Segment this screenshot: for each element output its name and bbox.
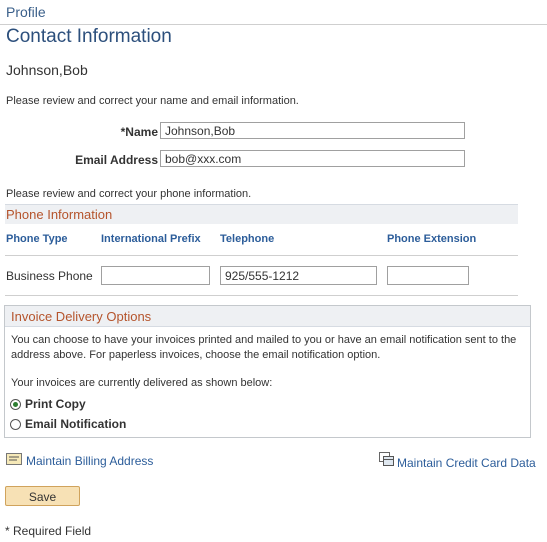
credit-card-icon [379,452,394,471]
phone-instructions: Please review and correct your phone inf… [6,188,252,200]
column-header-phone-extension: Phone Extension [387,233,477,245]
phone-header-divider [5,255,518,256]
telephone-input[interactable] [220,266,377,285]
email-notification-option[interactable]: Email Notification [10,417,126,431]
international-prefix-input[interactable] [101,266,210,285]
phone-section-divider [5,295,518,296]
breadcrumb-divider [0,24,547,25]
email-notification-label: Email Notification [25,417,127,431]
person-name: Johnson,Bob [6,62,88,78]
invoice-description: You can choose to have your invoices pri… [11,334,517,361]
maintain-credit-card-link[interactable]: Maintain Credit Card Data [397,456,536,470]
name-input[interactable] [160,122,465,139]
column-header-international-prefix: International Prefix [101,233,201,245]
email-notification-radio[interactable] [10,418,21,430]
required-field-note: * Required Field [5,524,92,538]
column-header-telephone: Telephone [220,233,275,245]
print-copy-radio[interactable] [10,398,21,410]
email-input[interactable] [160,150,465,167]
address-card-icon [6,452,22,470]
email-label: Email Address [75,153,158,167]
phone-section-title: Phone Information [6,207,113,222]
phone-type-label: Business Phone [6,269,93,283]
name-label: *Name [120,125,158,139]
breadcrumb: Profile [6,4,46,20]
name-email-instructions: Please review and correct your name and … [6,95,299,107]
page-title: Contact Information [6,26,172,47]
print-copy-label: Print Copy [25,397,86,411]
phone-extension-input[interactable] [387,266,469,285]
invoice-section-title: Invoice Delivery Options [11,309,152,324]
invoice-current-note: Your invoices are currently delivered as… [11,377,273,389]
column-header-phone-type: Phone Type [6,233,68,245]
save-button[interactable]: Save [5,486,80,506]
print-copy-option[interactable]: Print Copy [10,397,86,411]
maintain-billing-address-link[interactable]: Maintain Billing Address [26,454,153,468]
